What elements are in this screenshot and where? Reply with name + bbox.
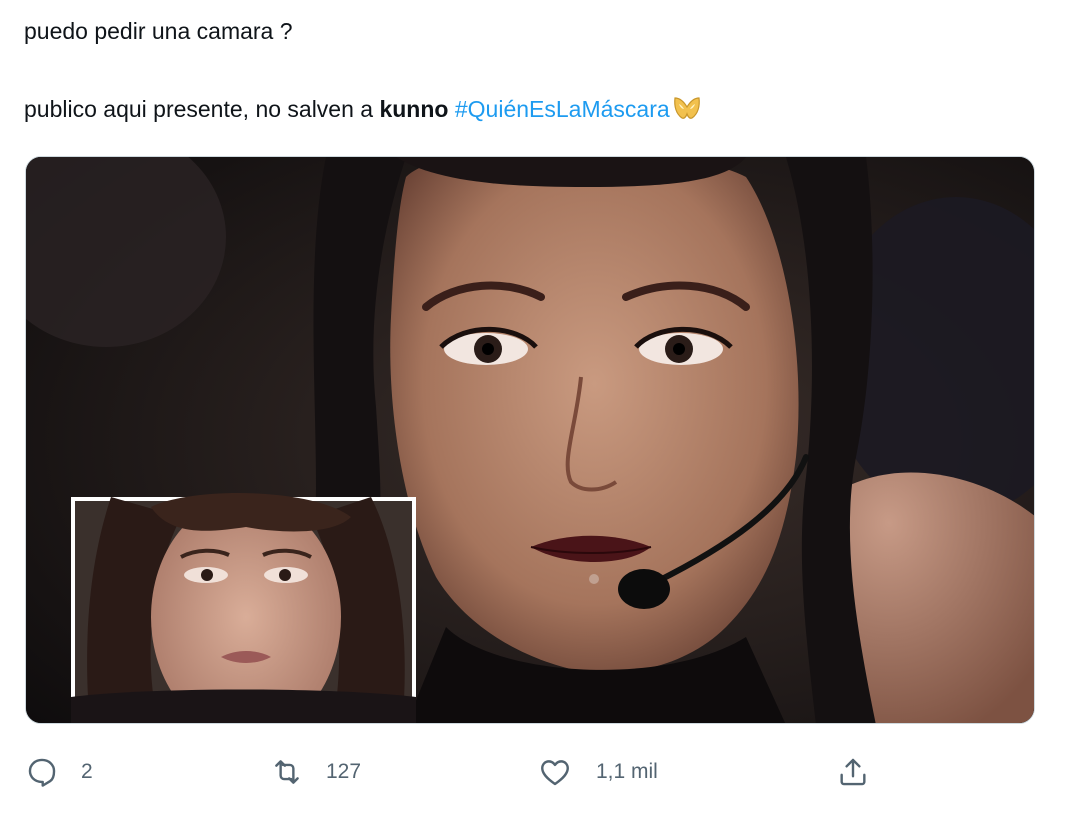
photo-illustration	[26, 157, 1034, 723]
heart-icon	[541, 760, 569, 786]
tweet-media-image[interactable]	[25, 156, 1035, 724]
tweet-text-prefix: publico aqui presente, no salven a	[24, 96, 380, 122]
like-button[interactable]: 1,1 mil	[538, 748, 658, 796]
tweet-actions-bar: 2 127 1,1 mil	[0, 748, 1070, 796]
reply-button[interactable]: 2	[25, 748, 93, 796]
like-count: 1,1 mil	[596, 760, 658, 783]
hashtag-link[interactable]: #QuiénEsLaMáscara	[455, 96, 670, 122]
reply-icon	[28, 758, 56, 787]
tweet-text-line-2: publico aqui presente, no salven a kunno…	[24, 94, 702, 124]
retweet-icon	[275, 760, 299, 784]
tweet-text-line-1: puedo pedir una camara ?	[24, 18, 293, 44]
share-button[interactable]	[836, 748, 870, 796]
retweet-count: 127	[326, 760, 362, 783]
tweet: puedo pedir una camara ? publico aqui pr…	[0, 0, 1070, 820]
mention-kunno: kunno	[379, 96, 449, 122]
golden-mask-emoji-icon	[672, 96, 702, 120]
reply-count: 2	[81, 760, 93, 783]
share-icon	[840, 758, 866, 786]
retweet-button[interactable]: 127	[270, 748, 361, 796]
